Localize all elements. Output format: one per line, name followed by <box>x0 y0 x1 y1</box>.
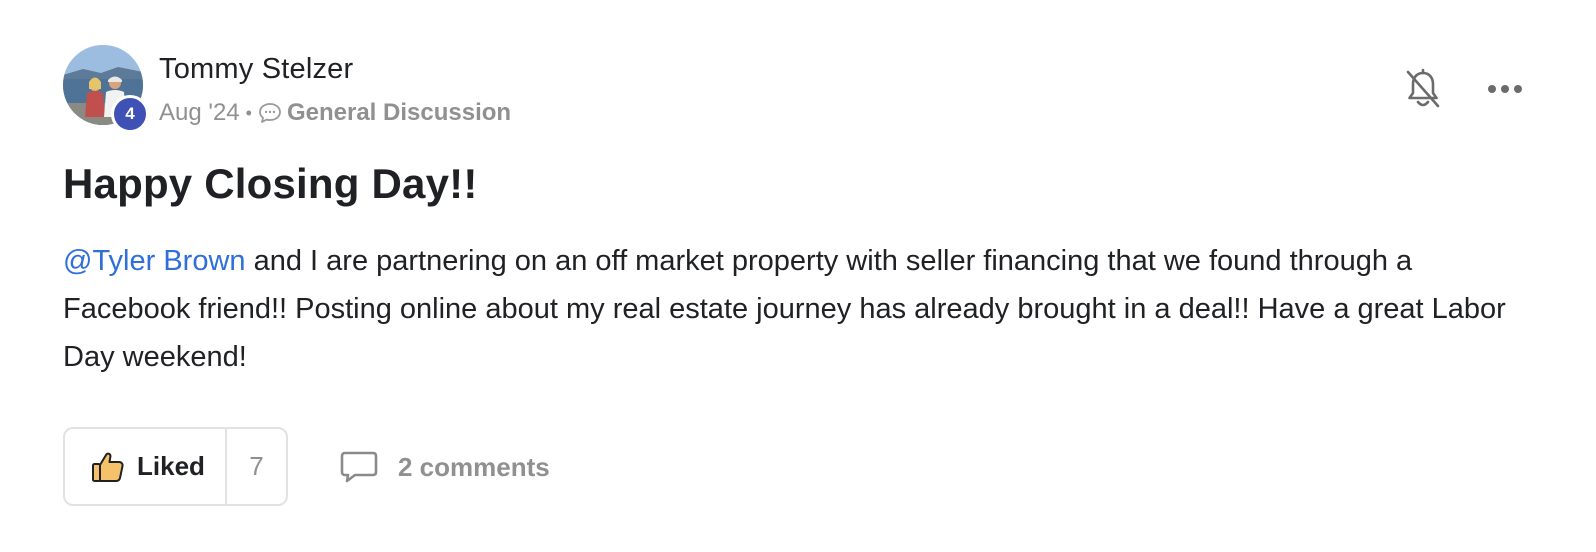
bell-off-icon[interactable] <box>1402 66 1444 112</box>
meta-separator: • <box>245 102 252 123</box>
more-options-icon[interactable] <box>1484 66 1526 112</box>
avatar[interactable]: 4 <box>63 45 149 133</box>
post-card: 4 Tommy Stelzer Aug '24 • General Discus… <box>0 0 1596 552</box>
category-link[interactable]: General Discussion <box>287 99 511 127</box>
comments-count-label: 2 comments <box>398 451 550 482</box>
post-meta: Aug '24 • General Discussion <box>159 98 511 128</box>
thumbs-up-icon <box>91 451 125 483</box>
author-name[interactable]: Tommy Stelzer <box>159 53 353 86</box>
comment-icon <box>340 450 378 484</box>
like-count[interactable]: 7 <box>227 429 286 504</box>
level-badge: 4 <box>111 95 149 133</box>
comments-button[interactable]: 2 comments <box>340 447 550 487</box>
like-control: Liked 7 <box>63 427 288 506</box>
header-actions <box>1402 66 1526 112</box>
post-body: @Tyler Brown and I are partnering on an … <box>63 237 1533 381</box>
user-mention[interactable]: @Tyler Brown <box>63 245 246 277</box>
like-label: Liked <box>137 451 205 481</box>
post-body-text: and I are partnering on an off market pr… <box>63 245 1506 373</box>
post-title: Happy Closing Day!! <box>63 160 478 207</box>
like-button[interactable]: Liked <box>65 429 227 504</box>
speech-bubble-icon <box>258 102 282 124</box>
post-date[interactable]: Aug '24 <box>159 99 240 127</box>
